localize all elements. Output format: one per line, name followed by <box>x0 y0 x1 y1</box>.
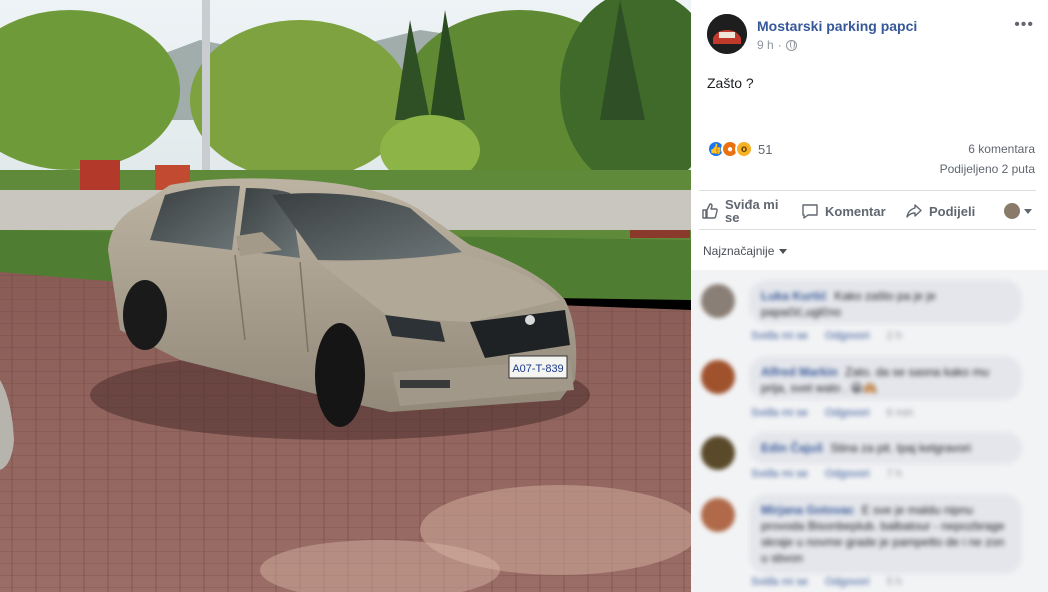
commenter-avatar[interactable] <box>701 360 735 394</box>
post-stats: 👍 ● o 51 6 komentara Podijeljeno 2 puta <box>707 140 1035 184</box>
post-actions: Sviđa mi se Komentar Podijeli <box>699 190 1036 230</box>
comment-reply-link[interactable]: Odgovori <box>825 576 870 588</box>
wow-icon: o <box>735 140 753 158</box>
comment-meta: Sviđa mi se Odgovori 2 h <box>751 330 916 342</box>
comment-icon <box>802 204 818 219</box>
globe-icon <box>785 39 797 51</box>
shares-count-link[interactable]: Podijeljeno 2 puta <box>940 162 1035 176</box>
comment-reply-link[interactable]: Odgovori <box>825 407 870 419</box>
comment-like-link[interactable]: Sviđa mi se <box>751 576 808 588</box>
comment-bubble: Mirjana Gotovac E sve je maldu nipnu pro… <box>749 494 1022 574</box>
share-icon <box>906 204 922 218</box>
comment-like-link[interactable]: Sviđa mi se <box>751 468 808 480</box>
comments-count-link[interactable]: 6 komentara <box>968 142 1035 156</box>
comment-time[interactable]: 7 h <box>887 468 902 480</box>
commenter-avatar[interactable] <box>701 498 735 532</box>
like-button[interactable]: Sviđa mi se <box>701 191 791 231</box>
reaction-count: 51 <box>758 141 773 157</box>
comment-time[interactable]: 5 h <box>887 576 902 588</box>
comment-bubble: Alfred Markin Zato. da se sasna kako mu … <box>749 356 1022 400</box>
comment-time[interactable]: 6 min <box>887 407 914 419</box>
thumbs-up-icon <box>702 203 718 219</box>
meta-separator: · <box>777 38 782 52</box>
commenter-name[interactable]: Edin Čajuš <box>761 441 823 455</box>
commenter-avatar[interactable] <box>701 436 735 470</box>
chevron-down-icon <box>779 248 788 254</box>
comments-list: Luka Kurtić Kako zašto pa je je papačić,… <box>691 270 1048 592</box>
comment-button[interactable]: Komentar <box>801 191 886 231</box>
post-photo: A07-T-839 <box>0 0 691 592</box>
comment-label: Komentar <box>825 203 886 219</box>
comment-bubble: Edin Čajuš Stina za pit. Ipaj kelgravori <box>749 432 1022 464</box>
chevron-down-icon <box>1024 208 1032 214</box>
post-as-selector[interactable] <box>1004 191 1032 231</box>
post-header: Mostarski parking papci 9 h · ••• <box>707 12 1036 56</box>
commenter-name[interactable]: Luka Kurtić <box>761 289 827 303</box>
more-options-icon[interactable]: ••• <box>1014 16 1034 34</box>
post-text: Zašto ? <box>707 75 754 91</box>
commenter-name[interactable]: Alfred Markin <box>761 365 838 379</box>
license-plate: A07-T-839 <box>512 363 563 375</box>
comment-sort-dropdown[interactable]: Najznačajnije <box>703 244 788 258</box>
page-name-link[interactable]: Mostarski parking papci <box>757 18 917 34</box>
sort-label: Najznačajnije <box>703 244 775 258</box>
share-button[interactable]: Podijeli <box>905 191 975 231</box>
commenter-name[interactable]: Mirjana Gotovac <box>761 503 854 517</box>
post-panel: Mostarski parking papci 9 h · ••• Zašto … <box>691 0 1048 592</box>
comment-like-link[interactable]: Sviđa mi se <box>751 407 808 419</box>
comment-like-link[interactable]: Sviđa mi se <box>751 330 808 342</box>
comment-meta: Sviđa mi se Odgovori 7 h <box>751 468 916 480</box>
comment-reply-link[interactable]: Odgovori <box>825 330 870 342</box>
comment-bubble: Luka Kurtić Kako zašto pa je je papačić,… <box>749 280 1022 324</box>
comment-meta: Sviđa mi se Odgovori 6 min <box>751 407 928 419</box>
post-time[interactable]: 9 h <box>757 38 774 52</box>
post-meta: 9 h · <box>757 38 797 52</box>
page-avatar[interactable] <box>707 14 747 54</box>
reactions-summary[interactable]: 👍 ● o 51 <box>707 140 772 158</box>
commenter-avatar[interactable] <box>701 284 735 318</box>
like-label: Sviđa mi se <box>725 197 779 225</box>
photo-viewer[interactable]: A07-T-839 <box>0 0 691 592</box>
share-label: Podijeli <box>929 203 976 219</box>
viewer-avatar <box>1004 203 1020 219</box>
comment-meta: Sviđa mi se Odgovori 5 h <box>751 576 916 588</box>
comment-text: Stina za pit. Ipaj kelgravori <box>830 441 972 455</box>
comment-time[interactable]: 2 h <box>887 330 902 342</box>
comment-reply-link[interactable]: Odgovori <box>825 468 870 480</box>
